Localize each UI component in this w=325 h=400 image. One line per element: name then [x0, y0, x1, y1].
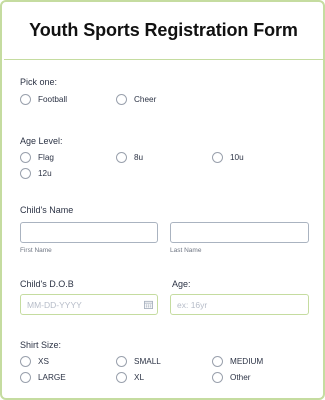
- radio-small[interactable]: SMALL: [116, 356, 161, 367]
- radio-10u[interactable]: 10u: [212, 152, 244, 163]
- radio-label: XL: [134, 373, 145, 382]
- first-name-sublabel: First Name: [20, 247, 52, 254]
- radio-label: 8u: [134, 153, 144, 162]
- radio-label: XS: [38, 357, 49, 366]
- pick-one-label: Pick one:: [20, 77, 58, 87]
- radio-label: Flag: [38, 153, 54, 162]
- radio-circle-icon[interactable]: [212, 356, 223, 367]
- radio-cheer[interactable]: Cheer: [116, 94, 156, 105]
- radio-label: 12u: [38, 169, 52, 178]
- radio-medium[interactable]: MEDIUM: [212, 356, 263, 367]
- radio-circle-icon[interactable]: [20, 94, 31, 105]
- shirt-size-label: Shirt Size:: [20, 340, 62, 350]
- radio-label: Football: [38, 95, 68, 104]
- calendar-icon[interactable]: [144, 300, 153, 309]
- radio-circle-icon[interactable]: [212, 372, 223, 383]
- radio-circle-icon[interactable]: [20, 372, 31, 383]
- radio-large[interactable]: LARGE: [20, 372, 66, 383]
- radio-circle-icon[interactable]: [116, 356, 127, 367]
- age-level-label: Age Level:: [20, 136, 63, 146]
- radio-label: Cheer: [134, 95, 157, 104]
- radio-12u[interactable]: 12u: [20, 168, 52, 179]
- last-name-sublabel: Last Name: [170, 247, 202, 254]
- radio-circle-icon[interactable]: [116, 152, 127, 163]
- radio-circle-icon[interactable]: [116, 94, 127, 105]
- childs-name-label: Child's Name: [20, 205, 74, 215]
- radio-flag[interactable]: Flag: [20, 152, 54, 163]
- last-name-input[interactable]: [170, 222, 309, 243]
- radio-label: MEDIUM: [230, 357, 264, 366]
- radio-circle-icon[interactable]: [212, 152, 223, 163]
- radio-label: Other: [230, 373, 251, 382]
- age-label: Age:: [172, 279, 191, 289]
- radio-xl[interactable]: XL: [116, 372, 144, 383]
- dob-label: Child's D.O.B: [20, 279, 74, 289]
- dob-input[interactable]: [20, 294, 158, 315]
- form-header: Youth Sports Registration Form: [4, 2, 323, 60]
- radio-label: SMALL: [134, 357, 161, 366]
- radio-football[interactable]: Football: [20, 94, 67, 105]
- radio-label: LARGE: [38, 373, 66, 382]
- age-input[interactable]: [170, 294, 309, 315]
- radio-circle-icon[interactable]: [20, 168, 31, 179]
- radio-8u[interactable]: 8u: [116, 152, 143, 163]
- radio-xs[interactable]: XS: [20, 356, 49, 367]
- radio-circle-icon[interactable]: [116, 372, 127, 383]
- first-name-input[interactable]: [20, 222, 158, 243]
- radio-label: 10u: [230, 153, 244, 162]
- radio-circle-icon[interactable]: [20, 152, 31, 163]
- radio-other[interactable]: Other: [212, 372, 250, 383]
- radio-circle-icon[interactable]: [20, 356, 31, 367]
- form-title: Youth Sports Registration Form: [29, 20, 298, 40]
- form-container: Youth Sports Registration Form Pick one:…: [0, 0, 325, 400]
